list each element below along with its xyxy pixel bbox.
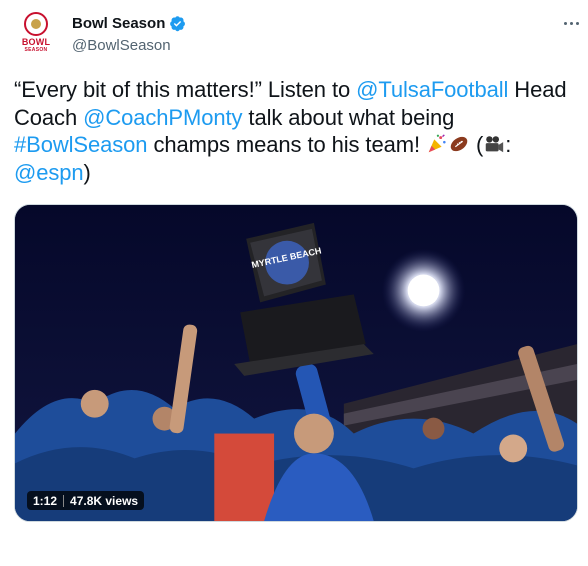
avatar-brand-top: BOWL: [21, 37, 51, 47]
movie-camera-icon: [483, 133, 505, 155]
avatar[interactable]: BOWL SEASON: [14, 12, 58, 56]
tweet-text-segment: champs means to his team!: [147, 132, 426, 157]
author-name-row: Bowl Season: [72, 15, 186, 32]
verified-badge-icon: [170, 16, 186, 32]
mention-link[interactable]: @TulsaFootball: [356, 77, 508, 102]
mention-link[interactable]: @CoachPMonty: [83, 105, 242, 130]
tweet-text-segment: ): [83, 159, 91, 185]
video-views: 47.8K views: [70, 493, 139, 508]
video-player[interactable]: MYRTLE BEACH 1:12 47.8K views: [14, 204, 578, 522]
tweet-text-segment: talk about what being: [242, 104, 455, 130]
tweet-text: “Every bit of this matters!” Listen to @…: [14, 76, 580, 186]
handle[interactable]: @BowlSeason: [72, 37, 171, 54]
tweet-text-segment: “Every bit of this matters!” Listen to: [14, 77, 357, 102]
tweet-text-segment: (: [469, 132, 484, 157]
more-options-icon[interactable]: [560, 12, 582, 34]
hashtag-link[interactable]: #BowlSeason: [14, 132, 148, 157]
display-name[interactable]: Bowl Season: [72, 15, 165, 32]
football-icon: [448, 133, 470, 155]
tweet-text-segment: :: [505, 132, 512, 157]
video-thumbnail: MYRTLE BEACH: [15, 205, 577, 521]
party-popper-icon: [426, 133, 448, 155]
video-stats-overlay: 1:12 47.8K views: [27, 491, 145, 510]
mention-link[interactable]: @espn: [14, 160, 84, 185]
overlay-divider: [63, 494, 65, 507]
bowl-season-logo-icon: [24, 12, 48, 36]
avatar-brand-bottom: SEASON: [24, 47, 48, 53]
video-duration: 1:12: [33, 493, 58, 508]
